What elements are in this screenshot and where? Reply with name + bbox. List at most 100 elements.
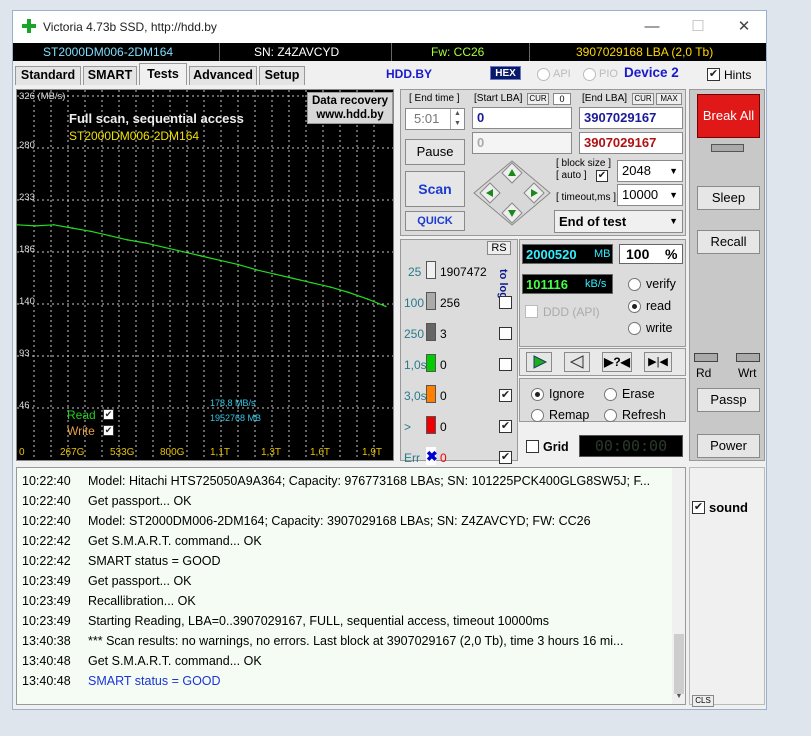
random-button[interactable]: ▶?◀	[602, 352, 632, 372]
passp-button[interactable]: Passp	[697, 388, 760, 412]
start-lba-input[interactable]: 0	[472, 107, 572, 129]
end-lba-input[interactable]: 3907029167	[579, 107, 683, 129]
api-label: API	[553, 68, 571, 80]
verify-radio[interactable]	[628, 278, 641, 291]
remap-label: Remap	[549, 408, 590, 422]
break-all-button[interactable]: Break All	[697, 94, 760, 138]
butterfly-icon: ▶|◀	[648, 356, 668, 368]
read-label: read	[646, 299, 672, 313]
timeout-label: [ timeout,ms ]	[556, 192, 617, 203]
end-time-spinner[interactable]: ▲ ▼	[450, 109, 464, 129]
tab-standard[interactable]: Standard	[15, 66, 81, 85]
log-latency-checkbox[interactable]	[499, 358, 512, 371]
grid-checkbox[interactable]	[526, 440, 539, 453]
latency-label: 1,0s	[404, 358, 427, 372]
close-button[interactable]: ✕	[721, 11, 766, 43]
start-cur-button[interactable]: CUR	[527, 93, 549, 105]
ignore-radio[interactable]	[531, 388, 544, 401]
rs-button[interactable]: RS	[487, 241, 511, 255]
device-selector[interactable]: Device 2	[624, 65, 679, 80]
app-plus-icon	[21, 18, 37, 34]
api-radio[interactable]	[537, 68, 550, 81]
cls-button[interactable]: CLS	[692, 695, 714, 707]
log-row: 10:23:49 Starting Reading, LBA=0..3907029…	[17, 611, 667, 631]
log-latency-checkbox[interactable]: ✔	[499, 451, 512, 464]
refresh-radio[interactable]	[604, 409, 617, 422]
remap-radio[interactable]	[531, 409, 544, 422]
end-max-button[interactable]: MAX	[656, 93, 682, 105]
log-message: Get S.M.A.R.T. command... OK	[88, 654, 262, 668]
log-latency-checkbox[interactable]: ✔	[499, 389, 512, 402]
latency-color-bar	[426, 292, 436, 310]
y-tick-label: 46	[19, 400, 30, 411]
percent-display: 100 %	[619, 244, 683, 264]
pio-label: PIO	[599, 68, 618, 80]
direction-pad[interactable]	[472, 159, 552, 227]
log-panel[interactable]: 10:22:40 Model: Hitachi HTS725050A9A364; …	[16, 467, 686, 705]
power-button[interactable]: Power	[697, 434, 760, 458]
hints-checkbox[interactable]: ✔	[707, 68, 720, 81]
x-tick-label: 1,6T	[310, 447, 331, 458]
log-row: 10:23:49 Get passport... OK	[17, 571, 667, 591]
scroll-down-icon[interactable]: ▼	[674, 693, 684, 700]
end-cur-button[interactable]: CUR	[632, 93, 654, 105]
hex-button[interactable]: HEX	[490, 66, 521, 80]
recall-button[interactable]: Recall	[697, 230, 760, 254]
latency-color-bar	[426, 323, 436, 341]
maximize-button[interactable]: ☐	[675, 11, 721, 43]
data-recovery-banner[interactable]: Data recovery www.hdd.by	[307, 92, 393, 124]
read-radio[interactable]	[628, 300, 641, 313]
log-row: 10:22:40 Get passport... OK	[17, 491, 667, 511]
y-tick-label: 140	[19, 296, 35, 307]
end-action-value: End of test	[559, 214, 627, 229]
timeout-select[interactable]: 10000 ▼	[617, 184, 683, 206]
log-time: 10:23:49	[22, 574, 71, 588]
write-legend-checkbox[interactable]: ✔	[103, 425, 114, 436]
pio-radio[interactable]	[583, 68, 596, 81]
tab-tests[interactable]: Tests	[139, 63, 187, 85]
write-legend-label: Write	[67, 424, 95, 438]
auto-block-size-checkbox[interactable]: ✔	[596, 170, 608, 182]
erase-radio[interactable]	[604, 388, 617, 401]
tab-smart[interactable]: SMART	[83, 66, 137, 85]
sleep-button[interactable]: Sleep	[697, 186, 760, 210]
block-size-select[interactable]: 2048 ▼	[617, 160, 683, 182]
play-button[interactable]	[526, 352, 552, 372]
log-message: *** Scan results: no warnings, no errors…	[88, 634, 624, 648]
log-message: SMART status = GOOD	[88, 674, 221, 688]
log-latency-checkbox[interactable]	[499, 296, 512, 309]
log-latency-checkbox[interactable]	[499, 327, 512, 340]
log-scroll-thumb[interactable]	[674, 634, 684, 694]
read-data-point	[126, 239, 129, 241]
error-x-icon: ✖	[426, 447, 438, 465]
title-bar: Victoria 4.73b SSD, http://hdd.by — ☐ ✕	[13, 11, 766, 43]
block-size-value: 2048	[622, 163, 651, 178]
log-latency-checkbox[interactable]: ✔	[499, 420, 512, 433]
ddd-checkbox[interactable]	[525, 305, 538, 318]
speed-readout: 178,8 MB/s	[210, 398, 256, 408]
minimize-button[interactable]: —	[629, 11, 675, 43]
write-radio[interactable]	[628, 322, 641, 335]
grid-label: Grid	[543, 440, 569, 454]
read-legend-checkbox[interactable]: ✔	[103, 409, 114, 420]
speed-value: 101116	[526, 277, 568, 292]
sound-checkbox[interactable]: ✔	[692, 501, 705, 514]
reverse-button[interactable]	[564, 352, 590, 372]
end-action-select[interactable]: End of test ▼	[554, 210, 683, 233]
scan-button[interactable]: Scan	[405, 171, 465, 207]
log-time: 10:22:42	[22, 534, 71, 548]
log-row: 13:40:48 SMART status = GOOD	[17, 671, 667, 691]
log-message: SMART status = GOOD	[88, 554, 221, 568]
graph-subtitle: ST2000DM006-2DM164	[69, 129, 200, 143]
x-tick-label: 1,1T	[210, 447, 231, 458]
mb-progress-display: 2000520 MB	[522, 244, 613, 264]
tab-setup[interactable]: Setup	[259, 66, 305, 85]
log-row: 10:22:42 SMART status = GOOD	[17, 551, 667, 571]
quick-button[interactable]: QUICK	[405, 211, 465, 231]
butterfly-button[interactable]: ▶|◀	[644, 352, 672, 372]
reverse-icon	[569, 355, 584, 369]
log-scrollbar[interactable]: ▼	[672, 468, 685, 704]
rd-label: Rd	[696, 366, 712, 380]
tab-advanced[interactable]: Advanced	[189, 66, 257, 85]
pause-button[interactable]: Pause	[405, 139, 465, 165]
